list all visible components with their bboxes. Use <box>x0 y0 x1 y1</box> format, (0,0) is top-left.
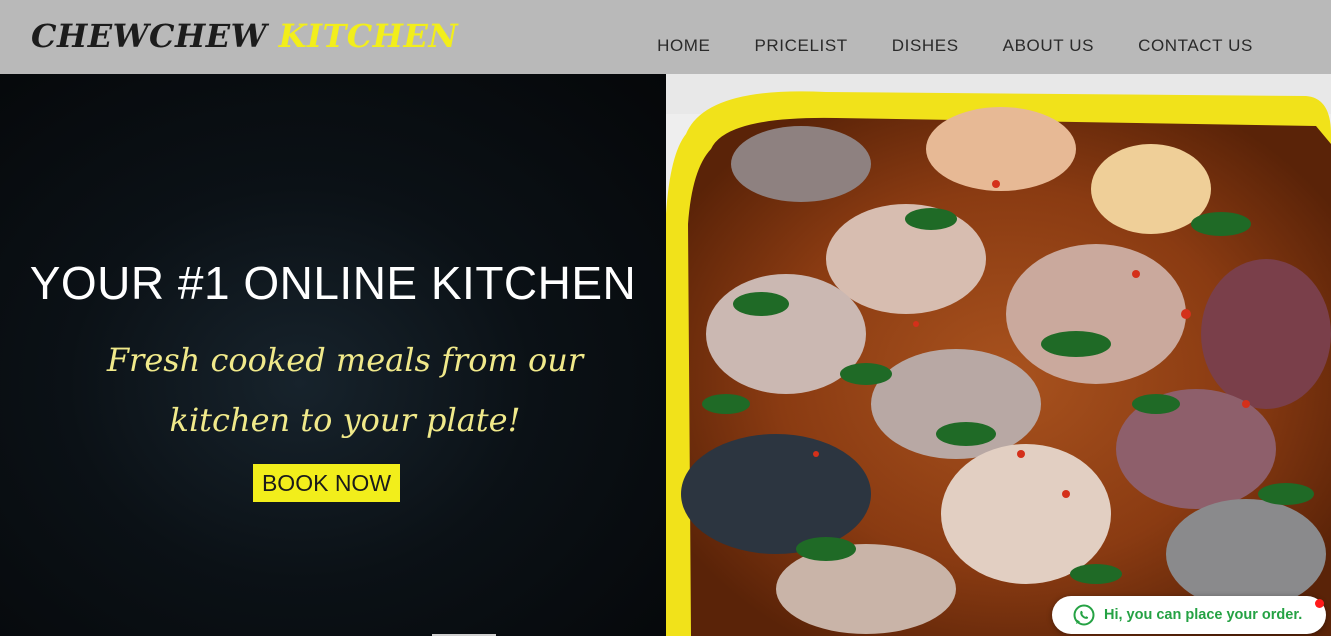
nav-item-dishes[interactable]: DISHES <box>892 36 959 56</box>
nav-item-home[interactable]: HOME <box>657 36 710 56</box>
nav-item-about-us[interactable]: ABOUT US <box>1003 36 1094 56</box>
hero-subtitle-line-1: Fresh cooked meals from our <box>106 341 584 379</box>
hero-subtitle: Fresh cooked meals from our kitchen to y… <box>60 330 630 450</box>
site-logo[interactable]: CHEWCHEW KITCHEN <box>31 14 458 58</box>
hero-subtitle-line-2: kitchen to your plate! <box>169 401 521 439</box>
whatsapp-chat-button[interactable]: Hi, you can place your order. <box>1052 596 1326 634</box>
whatsapp-icon <box>1073 604 1095 626</box>
whatsapp-chat-text: Hi, you can place your order. <box>1104 607 1303 623</box>
food-photo-icon <box>666 74 1331 636</box>
hero-food-image <box>666 74 1331 636</box>
hero-title: YOUR #1 ONLINE KITCHEN <box>29 257 637 309</box>
hero-text-panel: YOUR #1 ONLINE KITCHEN Fresh cooked meal… <box>0 74 666 636</box>
logo-text-chewchew: CHEWCHEW <box>31 17 268 55</box>
page: CHEWCHEW KITCHEN HOME PRICELIST DISHES A… <box>0 0 1331 636</box>
logo-text-kitchen: KITCHEN <box>278 17 459 55</box>
notification-dot <box>1315 599 1324 608</box>
nav-item-pricelist[interactable]: PRICELIST <box>754 36 847 56</box>
nav-item-contact-us[interactable]: CONTACT US <box>1138 36 1253 56</box>
site-header: CHEWCHEW KITCHEN HOME PRICELIST DISHES A… <box>0 0 1331 74</box>
main-nav: HOME PRICELIST DISHES ABOUT US CONTACT U… <box>657 0 1253 74</box>
book-now-button[interactable]: BOOK NOW <box>253 464 400 502</box>
